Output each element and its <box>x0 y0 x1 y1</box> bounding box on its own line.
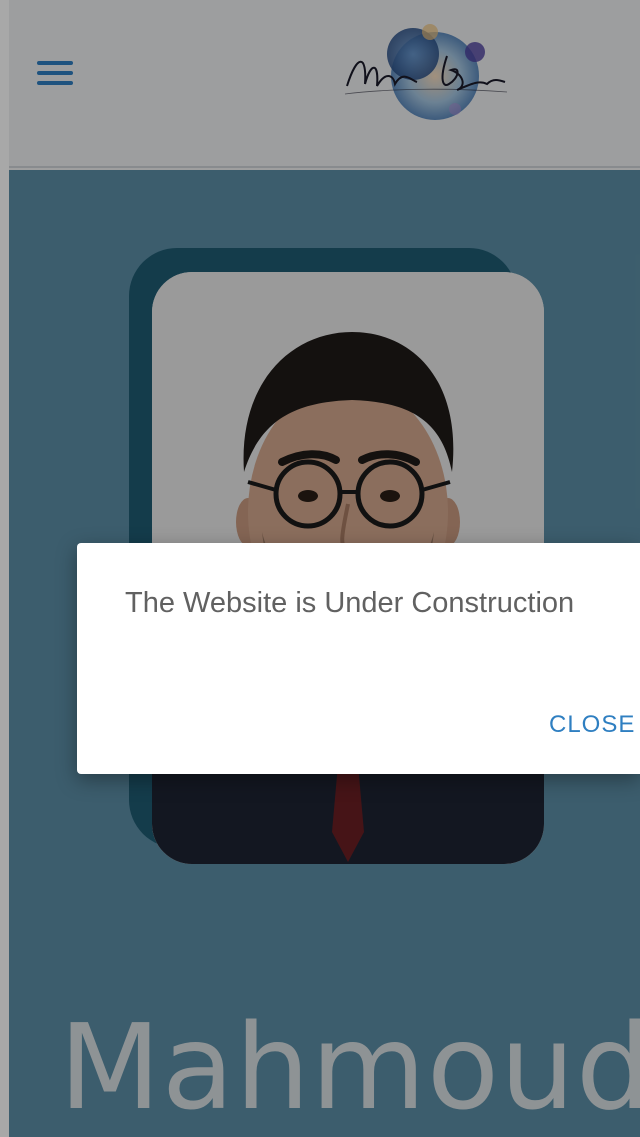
construction-dialog: The Website is Under Construction CLOSE <box>77 543 640 774</box>
dialog-message: The Website is Under Construction <box>125 587 575 619</box>
close-button[interactable]: CLOSE <box>549 711 635 739</box>
